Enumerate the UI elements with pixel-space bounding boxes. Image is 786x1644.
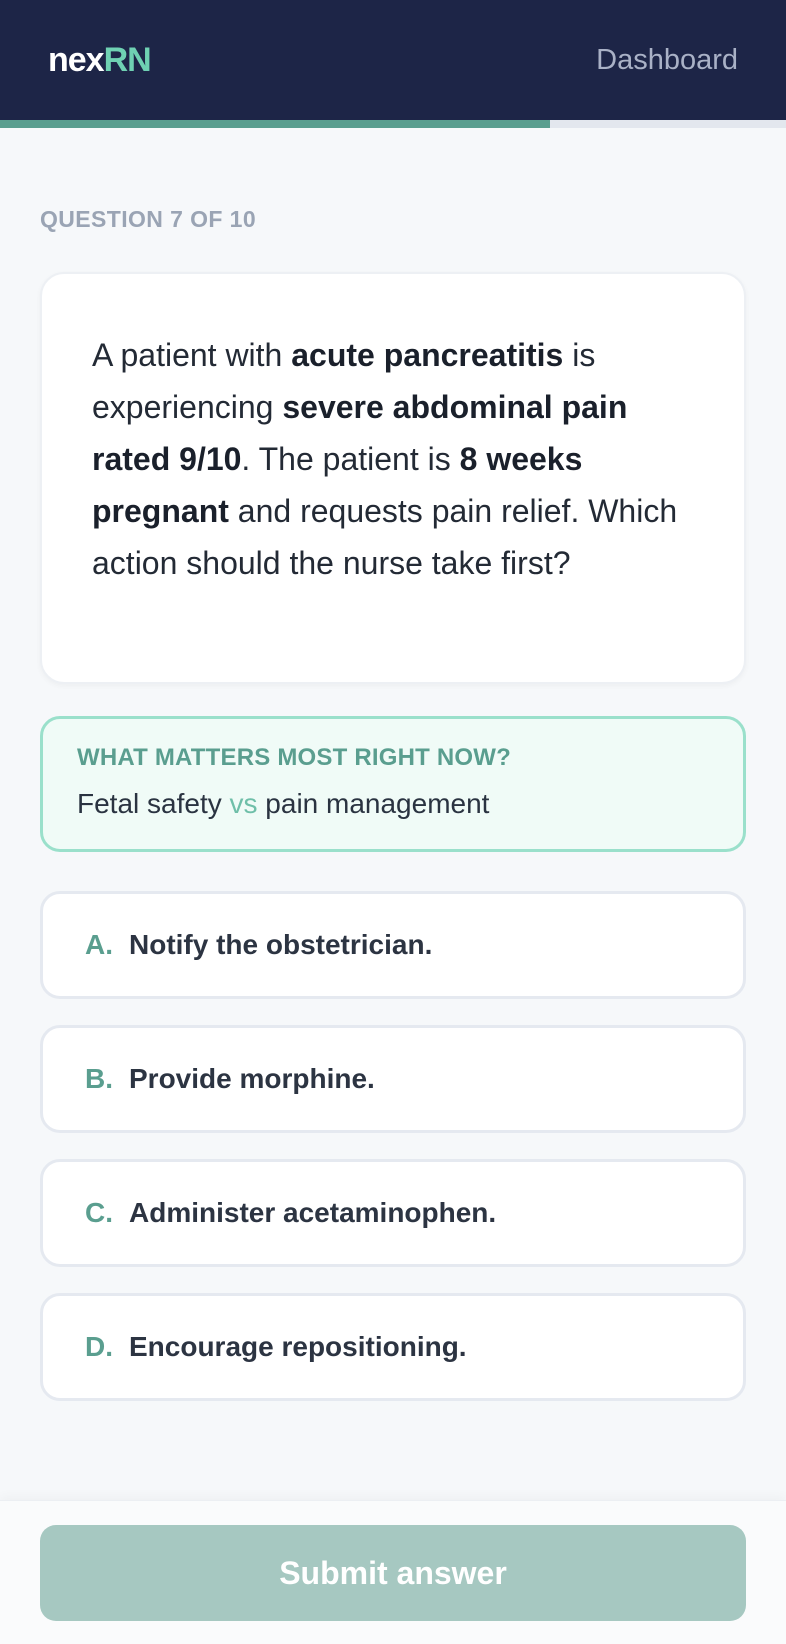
logo-text-nex: nex bbox=[48, 41, 105, 79]
top-header: nexRN Dashboard bbox=[0, 0, 786, 120]
option-letter: A. bbox=[85, 929, 113, 960]
logo[interactable]: nexRN bbox=[48, 40, 152, 80]
option-text: Encourage repositioning. bbox=[129, 1331, 467, 1362]
option-text: Provide morphine. bbox=[129, 1063, 375, 1094]
question-text-part: A patient with bbox=[92, 337, 292, 373]
quiz-progress-bar bbox=[0, 120, 786, 128]
option-text: Notify the obstetrician. bbox=[129, 929, 433, 960]
quiz-progress-fill bbox=[0, 120, 551, 128]
priority-hint-title: WHAT MATTERS MOST RIGHT NOW? bbox=[77, 744, 511, 771]
priority-hint-left: Fetal safety bbox=[77, 788, 222, 819]
quiz-screen: nexRN Dashboard QUESTION 7 OF 10 A patie… bbox=[0, 0, 786, 1644]
logo-text-rn: RN bbox=[103, 41, 152, 79]
submit-footer: Submit answer bbox=[0, 1500, 786, 1644]
question-emphasis: acute pancreatitis bbox=[291, 337, 564, 373]
question-text-part: . The patient is bbox=[241, 441, 460, 477]
answer-option-d[interactable]: D. Encourage repositioning. bbox=[40, 1293, 746, 1401]
option-letter: B. bbox=[85, 1063, 113, 1094]
option-letter: D. bbox=[85, 1331, 113, 1362]
answer-option-a[interactable]: A. Notify the obstetrician. bbox=[40, 891, 746, 999]
dashboard-link[interactable]: Dashboard bbox=[596, 42, 738, 78]
priority-hint-body: Fetal safety vs pain management bbox=[77, 787, 709, 821]
priority-hint-box: WHAT MATTERS MOST RIGHT NOW? Fetal safet… bbox=[40, 716, 746, 852]
option-text: Administer acetaminophen. bbox=[129, 1197, 497, 1228]
priority-hint-vs: vs bbox=[229, 788, 258, 819]
question-text: A patient with acute pancreatitis is exp… bbox=[92, 329, 698, 589]
submit-answer-button[interactable]: Submit answer bbox=[40, 1525, 746, 1621]
question-counter: QUESTION 7 OF 10 bbox=[40, 206, 257, 232]
answer-option-c[interactable]: C. Administer acetaminophen. bbox=[40, 1159, 746, 1267]
answer-option-b[interactable]: B. Provide morphine. bbox=[40, 1025, 746, 1133]
option-letter: C. bbox=[85, 1197, 113, 1228]
question-card: A patient with acute pancreatitis is exp… bbox=[40, 272, 746, 684]
priority-hint-right: pain management bbox=[265, 788, 490, 819]
